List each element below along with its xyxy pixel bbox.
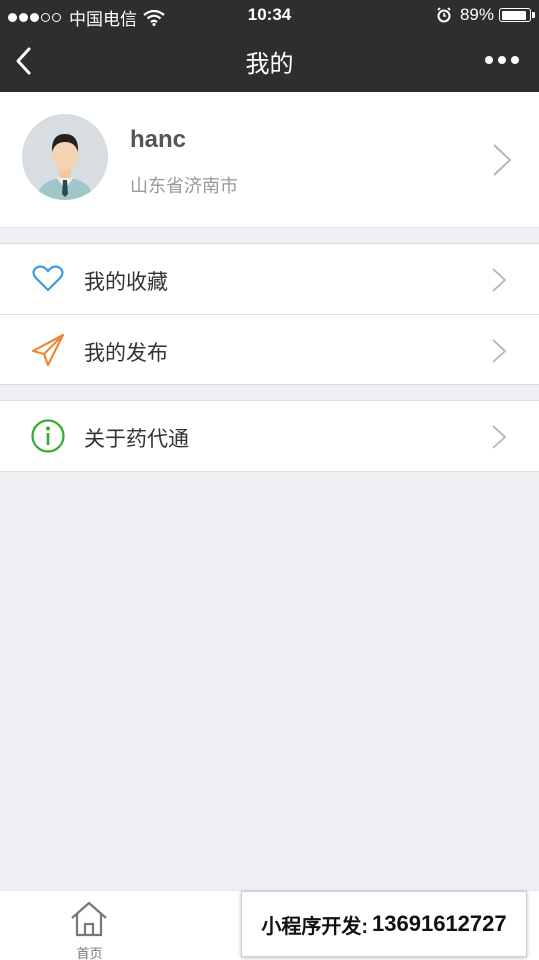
status-bar: 中国电信 10:34 89% (0, 0, 539, 30)
battery-icon (499, 8, 535, 22)
alarm-icon (437, 7, 451, 23)
heart-icon (32, 265, 64, 292)
nav-bar: 我的 (0, 30, 539, 92)
battery-fill (501, 10, 526, 20)
menu-group-secondary: 关于药代通 (0, 400, 539, 472)
menu-item-posts[interactable]: 我的发布 (0, 314, 539, 384)
battery-percentage: 89% (459, 5, 494, 24)
more-options-icon[interactable] (480, 56, 519, 64)
menu-item-label: 我的收藏 (84, 271, 168, 294)
chevron-right-icon (493, 144, 512, 176)
promo-banner: 小程序开发: 13691612727 (241, 891, 527, 957)
tab-home[interactable]: 首页 (0, 891, 179, 960)
avatar (22, 114, 108, 200)
username: hanc (130, 126, 187, 153)
user-location: 山东省济南市 (130, 176, 238, 196)
menu-group-primary: 我的收藏 我的发布 (0, 243, 539, 385)
user-avatar-icon (22, 114, 108, 200)
paper-plane-icon (31, 333, 65, 367)
chevron-right-icon (492, 339, 507, 363)
chevron-right-icon (492, 425, 507, 449)
menu-item-about[interactable]: 关于药代通 (0, 401, 539, 471)
menu-item-label: 我的发布 (84, 342, 168, 365)
menu-item-label: 关于药代通 (84, 428, 189, 451)
menu-item-favorites[interactable]: 我的收藏 (0, 244, 539, 314)
info-icon (31, 419, 65, 453)
promo-phone: 13691612727 (372, 911, 507, 936)
status-right: 89% (436, 5, 535, 25)
chevron-right-icon (492, 268, 507, 292)
page-title: 我的 (245, 51, 294, 78)
home-icon (71, 901, 107, 937)
promo-label: 小程序开发: (261, 915, 369, 938)
profile-card[interactable]: hanc 山东省济南市 (0, 92, 539, 228)
tab-label: 首页 (76, 946, 103, 960)
